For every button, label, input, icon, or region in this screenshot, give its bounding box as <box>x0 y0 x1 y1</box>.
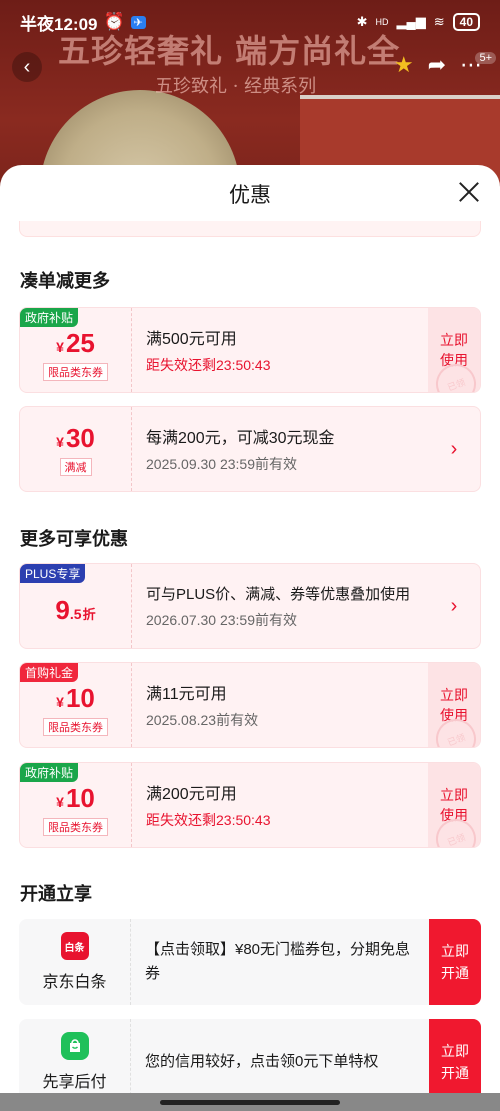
network-label: HD <box>375 17 389 27</box>
coupon-condition: 每满200元，可减30元现金 <box>146 430 335 447</box>
coupon-expiry: 2026.07.30 23:59前有效 <box>146 611 297 628</box>
coupon-amount: 10 <box>65 682 95 713</box>
app-notification-icon: ✈ <box>130 15 146 29</box>
coupon-type: 满减 <box>59 457 92 476</box>
section-title-more-offers: 更多可享优惠 <box>20 529 128 549</box>
coupon-tag: 首购礼金 <box>20 663 79 682</box>
coupon-unit: 折 <box>82 606 96 622</box>
coupon-card[interactable]: 政府补贴 ¥25 限品类东券 满500元可用 距失效还剩23:50:43 立即使… <box>19 307 481 393</box>
home-indicator[interactable] <box>160 1100 340 1105</box>
sheet-title: 优惠 <box>229 184 271 207</box>
chevron-right-icon[interactable]: › <box>451 438 458 461</box>
service-name: 先享后付 <box>42 1074 107 1091</box>
coupon-card[interactable]: 首购礼金 ¥10 限品类东券 满11元可用 2025.08.23前有效 立即使用… <box>19 662 481 748</box>
discount-sheet: 优惠 凑单减更多 政府补贴 ¥25 限品类东券 满500元可用 距失效还剩23:… <box>0 165 500 1111</box>
shopping-bag-icon <box>60 1032 89 1060</box>
alarm-icon: ⏰ <box>103 12 125 31</box>
more-icon[interactable]: ⋯ 5+ <box>460 52 496 78</box>
coupon-value: 首购礼金 ¥10 限品类东券 <box>20 663 132 747</box>
currency-symbol: ¥ <box>56 338 64 355</box>
coupon-amount: 25 <box>65 327 95 358</box>
status-time: 半夜12:09 <box>20 14 98 34</box>
section-title-open-enjoy: 开通立享 <box>20 884 92 904</box>
coupon-condition: 可与PLUS价、满减、券等优惠叠加使用 <box>146 585 411 603</box>
coupon-expiry: 距失效还剩23:50:43 <box>146 357 271 373</box>
banner-subtitle: 五珍致礼 · 经典系列 <box>155 76 317 97</box>
coupon-type: 限品类东券 <box>43 362 108 381</box>
currency-symbol: ¥ <box>56 793 64 810</box>
coupon-type: 限品类东券 <box>43 717 108 736</box>
coupon-tag: PLUS专享 <box>20 564 86 583</box>
coupon-decimal: .5 <box>69 605 82 622</box>
chevron-left-icon: ‹ <box>23 55 31 78</box>
coupon-expiry: 2025.09.30 23:59前有效 <box>146 456 297 472</box>
service-name: 京东白条 <box>42 974 107 991</box>
service-card-baitiao[interactable]: 白条 京东白条 【点击领取】¥80无门槛券包，分期免息券 立即开通 <box>19 919 481 1005</box>
coupon-condition: 满500元可用 <box>146 331 237 348</box>
activate-button[interactable]: 立即开通 <box>429 919 481 1005</box>
wifi-icon: ≋ <box>433 14 445 29</box>
coupon-condition: 满200元可用 <box>146 786 237 803</box>
coupon-card[interactable]: ¥30 满减 每满200元，可减30元现金 2025.09.30 23:59前有… <box>19 406 481 492</box>
baitiao-icon: 白条 <box>60 932 89 960</box>
sheet-header: 优惠 <box>0 165 500 223</box>
coupon-expiry: 距失效还剩23:50:43 <box>146 812 271 828</box>
favorite-star-icon[interactable]: ★ <box>394 52 414 78</box>
coupon-tag: 政府补贴 <box>20 308 79 327</box>
coupon-amount: 30 <box>65 422 95 453</box>
coupon-tag: 政府补贴 <box>20 763 79 782</box>
coupon-amount: 10 <box>65 782 95 813</box>
coupon-value: ¥30 满减 <box>20 407 132 491</box>
coupon-condition: 满11元可用 <box>146 686 227 703</box>
coupon-value: PLUS专享 9.5 折 <box>20 564 132 648</box>
signal-icon: ▂▄▆ <box>396 14 426 29</box>
message-badge: 5+ <box>475 52 496 64</box>
partial-coupon-card <box>19 221 481 237</box>
status-bar: 半夜12:09 ⏰ ✈ ✱ HD ▂▄▆ ≋ 40 <box>0 0 500 44</box>
coupon-amount: 9 <box>55 594 70 625</box>
coupon-value: 政府补贴 ¥10 限品类东券 <box>20 763 132 847</box>
nav-actions: ★ ➦ ⋯ 5+ <box>394 52 496 78</box>
currency-symbol: ¥ <box>56 693 64 710</box>
bluetooth-icon: ✱ <box>356 14 368 29</box>
coupon-value: 政府补贴 ¥25 限品类东券 <box>20 308 132 392</box>
coupon-card[interactable]: 政府补贴 ¥10 限品类东券 满200元可用 距失效还剩23:50:43 立即使… <box>19 762 481 848</box>
coupon-type: 限品类东券 <box>43 817 108 836</box>
close-icon[interactable] <box>456 179 482 205</box>
back-button[interactable]: ‹ <box>12 52 42 82</box>
currency-symbol: ¥ <box>56 433 64 450</box>
battery-indicator: 40 <box>452 13 480 31</box>
section-title-more-discount: 凑单减更多 <box>20 271 110 291</box>
service-description: 【点击领取】¥80无门槛券包，分期免息券 <box>145 941 411 982</box>
coupon-expiry: 2025.08.23前有效 <box>146 712 259 728</box>
chevron-right-icon[interactable]: › <box>451 595 458 618</box>
share-icon[interactable]: ➦ <box>428 52 446 78</box>
coupon-card[interactable]: PLUS专享 9.5 折 可与PLUS价、满减、券等优惠叠加使用 2026.07.… <box>19 563 481 649</box>
